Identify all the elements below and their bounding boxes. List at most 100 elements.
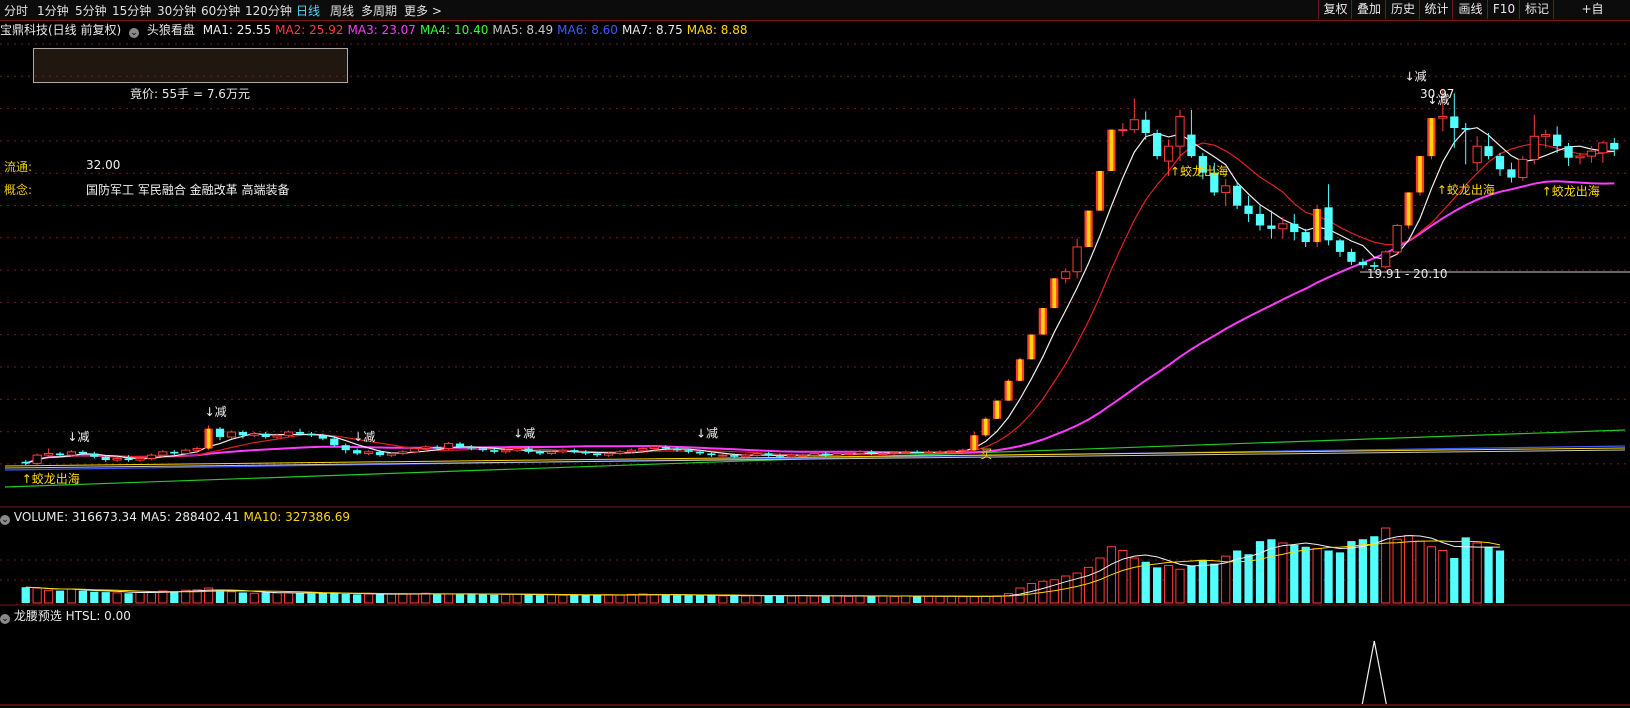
candle-body-highlight [1086,210,1091,247]
volume-bar [558,594,568,604]
volume-bar [593,595,602,603]
candle-body [1564,146,1573,158]
candle-body [1438,115,1448,119]
volume-bar [1358,539,1367,603]
candle [363,450,374,456]
candle-body [501,449,511,453]
candle-body [775,455,785,457]
candle-body [832,452,842,456]
candle-body [124,458,133,461]
candle [1518,156,1528,181]
buy-marker: 买 [980,447,992,461]
candle-body [1061,271,1071,279]
candle-body [1610,142,1619,150]
candle-body-highlight [1052,278,1057,309]
volume-bar [798,595,808,604]
candle-body [1163,145,1174,162]
candle-body [455,443,465,447]
volume-bar [1370,536,1379,603]
grid [0,43,1630,581]
candle-body [181,449,191,454]
candle-body [535,451,545,454]
volume-bar [398,593,408,604]
candle-body [238,432,247,436]
volume-bar [524,594,533,603]
volume-bar [832,595,842,604]
volume-bar [295,593,305,603]
candle [341,443,350,454]
volume-bar [867,596,876,603]
candle [1267,210,1276,239]
candle-body-highlight [1098,170,1102,211]
candle-body [1358,261,1367,266]
volume-title: VOLUME: 316673.34 [13,510,137,524]
candle [226,430,237,439]
candle [1461,123,1470,165]
volume-bar [923,595,934,604]
volume-bar [43,589,54,604]
candle [1495,152,1505,176]
volume-bar [752,595,762,604]
volume-bar [1301,546,1310,603]
volume-toggle-icon[interactable]: ⌄ [0,515,10,525]
candle [1129,98,1139,133]
candle-body-highlight [1029,334,1034,360]
ma1-line [25,127,1615,464]
range-label: 19.91 - 20.10 [1367,267,1448,281]
candle-body [32,454,42,464]
volume-bar [318,592,327,603]
volume-bar [855,595,865,604]
volume-bar [992,595,1002,604]
candle [981,417,990,437]
candle-body [1187,134,1196,157]
volume-bar [913,596,922,603]
volume-bar [330,593,339,603]
candle [1427,118,1436,160]
candle-body [135,457,145,461]
candle [1404,192,1413,229]
candle-body [1175,115,1185,147]
candle-body [1118,129,1128,132]
candle [923,450,934,454]
volume-bar [809,595,819,604]
volume-bar [1141,561,1150,603]
candle-body [798,454,808,457]
volume-bar [1163,565,1174,604]
candle [1313,205,1322,247]
indicator-panel-toggle-icon[interactable]: ⌄ [0,614,10,624]
volume-bar [1484,546,1493,603]
volume-bar [55,590,65,603]
candle [558,448,568,454]
volume-bar [684,595,693,603]
candle-body [1221,185,1231,193]
candle-body [55,453,65,456]
candle [1564,142,1573,166]
volume-bar [1312,548,1322,604]
volume-ma10: MA10: 327386.69 [243,510,351,524]
candle-body [1529,135,1539,160]
candle-body [615,451,625,454]
candle [1153,129,1162,160]
volume-bar [433,594,442,603]
candle-body [786,454,797,458]
volume-bar [1153,567,1162,603]
volume-bar [1495,550,1505,603]
kline-chart[interactable]: ↑蛟龙出海↑蛟龙出海↑蛟龙出海 ↑蛟龙出海↓减↓减↓减 ↓减 ↓减↓减↓减买30.97… [0,0,1630,708]
dragon-marker: ↑蛟龙出海 [1542,184,1600,199]
volume-bar [969,596,979,604]
candle-body [878,452,888,455]
volume-bar [695,595,705,603]
candle-body [1507,169,1516,178]
volume-bar [386,593,397,604]
volume-bar [512,593,522,604]
candle-body [558,449,568,453]
reduce-marker: ↓减 [696,427,718,441]
candle-body [272,434,282,438]
candle [443,441,454,451]
candle-body [695,451,705,454]
candle-body [78,451,87,454]
candle [1050,278,1059,309]
volume-bar [1210,563,1219,603]
volume-bar [935,595,945,604]
candle [1358,258,1367,269]
